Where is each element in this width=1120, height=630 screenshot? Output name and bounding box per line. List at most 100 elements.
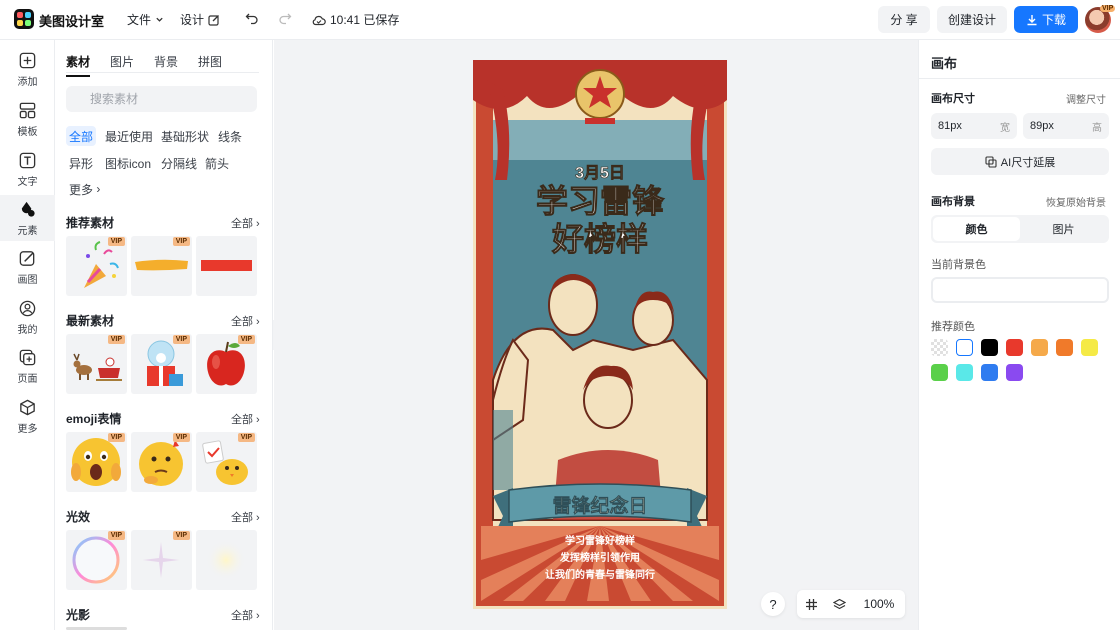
width-unit: 宽 xyxy=(1000,122,1010,134)
chip-basic-shapes[interactable]: 基础形状 xyxy=(158,126,212,146)
layers-icon xyxy=(832,598,846,609)
nav-item-add[interactable]: 添加 xyxy=(0,46,55,92)
top-bar: 美图设计室 文件 设计 10:41 已保存 分 享 创建设计 下载 VIP xyxy=(0,0,1120,40)
tab-collage[interactable]: 拼图 xyxy=(198,53,222,77)
nav-item-page[interactable]: 页面 xyxy=(0,343,55,389)
thumb-shocked-emoji[interactable]: VIP xyxy=(66,432,127,492)
see-all-link[interactable]: 全部 › xyxy=(231,215,260,231)
thumb-snow-globe[interactable]: VIP xyxy=(131,334,192,394)
create-design-button[interactable]: 创建设计 xyxy=(937,6,1007,33)
see-all-label: 全部 xyxy=(231,610,253,622)
adjust-size-link[interactable]: 调整尺寸 xyxy=(1066,91,1106,106)
layers-button[interactable] xyxy=(825,598,853,611)
see-all-link[interactable]: 全部 › xyxy=(231,509,260,525)
nav-item-template[interactable]: 模板 xyxy=(0,96,55,142)
restore-bg-link[interactable]: 恢复原始背景 xyxy=(1046,194,1106,209)
thumb-sparkle[interactable]: VIP xyxy=(131,530,192,590)
vip-badge: VIP xyxy=(107,531,125,540)
see-all-link[interactable]: 全部 › xyxy=(231,607,260,623)
color-swatch[interactable] xyxy=(956,339,973,356)
ai-resize-icon xyxy=(985,155,997,168)
color-swatch[interactable] xyxy=(931,364,948,381)
thumb-thinking-emoji[interactable]: VIP xyxy=(131,432,192,492)
search-input[interactable] xyxy=(66,86,257,112)
color-swatch[interactable] xyxy=(981,339,998,356)
color-swatch[interactable] xyxy=(1056,339,1073,356)
panel-tabs: 素材 图片 背景 拼图 xyxy=(66,53,222,77)
bg-image-option[interactable]: 图片 xyxy=(1020,217,1107,241)
app-name: 美图设计室 xyxy=(39,14,105,29)
help-button[interactable]: ? xyxy=(761,592,785,616)
chip-icons[interactable]: 图标icon xyxy=(102,153,154,173)
cloud-saved-icon xyxy=(312,15,326,25)
thumb-apple[interactable]: VIP xyxy=(196,334,257,394)
thumb-soft-glow[interactable] xyxy=(196,530,257,590)
vip-badge: VIP xyxy=(172,531,190,540)
app-logo-icon[interactable] xyxy=(14,9,34,29)
redo-button[interactable] xyxy=(278,11,292,28)
thumb-brush-stroke[interactable]: VIP xyxy=(131,236,192,296)
nav-item-text[interactable]: 文字 xyxy=(0,146,55,192)
chip-arrows[interactable]: 箭头 xyxy=(202,153,232,173)
see-all-link[interactable]: 全部 › xyxy=(231,313,260,329)
color-swatch[interactable] xyxy=(1081,339,1098,356)
see-all-link[interactable]: 全部 › xyxy=(231,411,260,427)
section-title: emoji表情 xyxy=(66,412,122,426)
chip-lines[interactable]: 线条 xyxy=(215,126,245,146)
section-title: 光效 xyxy=(66,510,91,524)
thumb-bubble-ring[interactable]: VIP xyxy=(66,530,127,590)
nav-item-label: 我的 xyxy=(17,324,38,336)
grid-toggle[interactable] xyxy=(797,598,825,611)
width-input[interactable] xyxy=(938,120,988,132)
poster-headline-2: 好榜样 xyxy=(551,221,648,257)
poster-line-1: 学习雷锋好榜样 xyxy=(565,534,635,547)
chip-irregular[interactable]: 异形 xyxy=(66,153,96,173)
poster-canvas[interactable]: 3月5日 学习雷锋 好榜样 雷锋纪念日 学习雷锋好榜样 发挥榜样引领作用 让我们… xyxy=(473,60,727,609)
nav-item-draw[interactable]: 画图 xyxy=(0,244,55,290)
height-unit: 高 xyxy=(1092,122,1102,134)
thumb-red-bar[interactable] xyxy=(196,236,257,296)
zoom-level[interactable]: 100% xyxy=(853,597,905,611)
color-swatch[interactable] xyxy=(1006,339,1023,356)
color-swatch[interactable] xyxy=(956,364,973,381)
section-title: 光影 xyxy=(66,608,91,622)
current-bg-color[interactable] xyxy=(931,277,1109,303)
tab-material[interactable]: 素材 xyxy=(66,53,91,77)
page-add-icon xyxy=(19,349,36,365)
color-swatch[interactable] xyxy=(931,339,948,356)
chip-all[interactable]: 全部 xyxy=(66,126,97,146)
ai-extend-button[interactable]: AI尺寸延展 xyxy=(931,148,1109,175)
chip-recent[interactable]: 最近使用 xyxy=(102,126,156,146)
nav-item-elements[interactable]: 元素 xyxy=(0,195,55,241)
thumb-reindeer-sleigh[interactable]: VIP xyxy=(66,334,127,394)
see-all-label: 全部 xyxy=(231,414,253,426)
panel-divider xyxy=(919,78,1120,79)
height-input[interactable] xyxy=(1030,120,1080,132)
color-swatch[interactable] xyxy=(1006,364,1023,381)
download-label: 下载 xyxy=(1041,13,1066,27)
nav-item-more[interactable]: 更多 xyxy=(0,393,55,439)
chip-more[interactable]: 更多 › xyxy=(66,179,103,199)
undo-button[interactable] xyxy=(245,11,259,28)
size-label: 画布尺寸 xyxy=(931,93,975,105)
width-field[interactable]: 宽 xyxy=(931,113,1017,139)
nav-item-mine[interactable]: 我的 xyxy=(0,294,55,340)
color-swatch[interactable] xyxy=(1031,339,1048,356)
thumb-party-popper[interactable]: VIP xyxy=(66,236,127,296)
design-menu-label: 设计 xyxy=(180,13,205,27)
tab-background[interactable]: 背景 xyxy=(154,53,178,77)
design-menu[interactable]: 设计 xyxy=(180,11,220,28)
file-menu[interactable]: 文件 xyxy=(127,11,164,28)
recommend-label: 推荐颜色 xyxy=(931,321,975,333)
color-swatch[interactable] xyxy=(981,364,998,381)
tab-divider xyxy=(66,72,259,73)
chip-dividers[interactable]: 分隔线 xyxy=(158,153,200,173)
height-field[interactable]: 高 xyxy=(1023,113,1109,139)
vip-badge: VIP xyxy=(237,335,255,344)
download-button[interactable]: 下载 xyxy=(1014,6,1078,33)
vip-badge: VIP xyxy=(107,237,125,246)
bg-color-option[interactable]: 颜色 xyxy=(933,217,1020,241)
thumb-chick-emoji[interactable]: VIP xyxy=(196,432,257,492)
tab-image[interactable]: 图片 xyxy=(110,53,134,77)
share-button[interactable]: 分 享 xyxy=(878,6,930,33)
